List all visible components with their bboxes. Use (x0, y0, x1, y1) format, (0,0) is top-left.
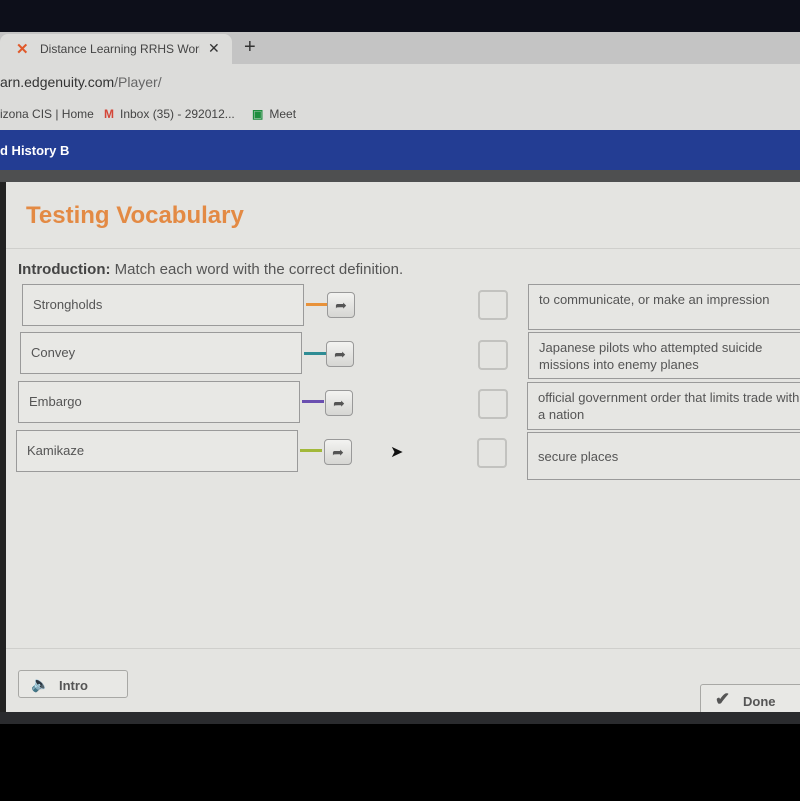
word-kamikaze[interactable]: Kamikaze (16, 430, 298, 472)
drop-target[interactable] (478, 389, 508, 419)
curved-arrow-icon: ➦ (335, 297, 347, 313)
address-bar[interactable]: arn.edgenuity.com/Player/ (0, 64, 800, 100)
match-arrow-button[interactable]: ➦ (325, 390, 353, 416)
course-title: d History B (0, 143, 70, 158)
intro-audio-button[interactable]: 🔈 Intro (18, 670, 128, 698)
activity-title: Testing Vocabulary (26, 202, 244, 229)
url-text[interactable]: arn.edgenuity.com/Player/ (0, 74, 162, 90)
connector-strongholds (306, 303, 328, 306)
connector-convey (304, 352, 326, 355)
word-embargo[interactable]: Embargo (18, 381, 300, 423)
curved-arrow-icon: ➦ (333, 395, 345, 411)
definition-2: Japanese pilots who attempted suicide mi… (528, 332, 800, 379)
instructions: Introduction: Match each word with the c… (18, 261, 404, 278)
curved-arrow-icon: ➦ (334, 346, 346, 362)
drop-target[interactable] (477, 438, 507, 468)
course-header: d History B (0, 130, 800, 170)
screen-bottom-bezel (0, 712, 800, 724)
speaker-icon: 🔈 (31, 676, 50, 693)
checkmark-icon: ✔ (715, 689, 731, 709)
title-divider (6, 248, 800, 249)
mouse-cursor-icon: ➤ (390, 444, 404, 461)
footer-divider (6, 648, 800, 649)
browser-tab[interactable]: ✕ Distance Learning RRHS World H ✕ (0, 34, 232, 64)
connector-kamikaze (300, 449, 322, 452)
screen-top-bezel (0, 0, 800, 32)
curved-arrow-icon: ➦ (332, 444, 344, 460)
new-tab-plus-icon[interactable]: + (244, 36, 256, 59)
header-divider (0, 170, 800, 182)
close-icon[interactable]: ✕ (208, 40, 220, 57)
definition-3: official government order that limits tr… (527, 382, 800, 430)
bookmark-meet[interactable]: ▣ Meet (252, 107, 296, 121)
tab-title: Distance Learning RRHS World H (40, 42, 200, 56)
match-arrow-button[interactable]: ➦ (327, 292, 355, 318)
edgenuity-favicon-icon: ✕ (16, 41, 29, 58)
bookmark-arizona-cis[interactable]: izona CIS | Home (0, 107, 94, 121)
definition-1: to communicate, or make an impression (528, 284, 800, 330)
bookmarks-bar: izona CIS | Home M Inbox (35) - 292012...… (0, 100, 800, 131)
match-arrow-button[interactable]: ➦ (324, 439, 352, 465)
activity-frame: Testing Vocabulary Introduction: Match e… (6, 182, 800, 716)
definition-4: secure places (527, 432, 800, 480)
meet-icon: ▣ (252, 107, 264, 121)
drop-target[interactable] (478, 340, 508, 370)
connector-embargo (302, 400, 324, 403)
bookmark-gmail-inbox[interactable]: M Inbox (35) - 292012... (104, 107, 235, 121)
drop-target[interactable] (478, 290, 508, 320)
browser-tab-strip: ✕ Distance Learning RRHS World H ✕ + (0, 32, 800, 64)
match-arrow-button[interactable]: ➦ (326, 341, 354, 367)
gmail-icon: M (104, 107, 114, 121)
word-convey[interactable]: Convey (20, 332, 302, 374)
word-strongholds[interactable]: Strongholds (22, 284, 304, 326)
